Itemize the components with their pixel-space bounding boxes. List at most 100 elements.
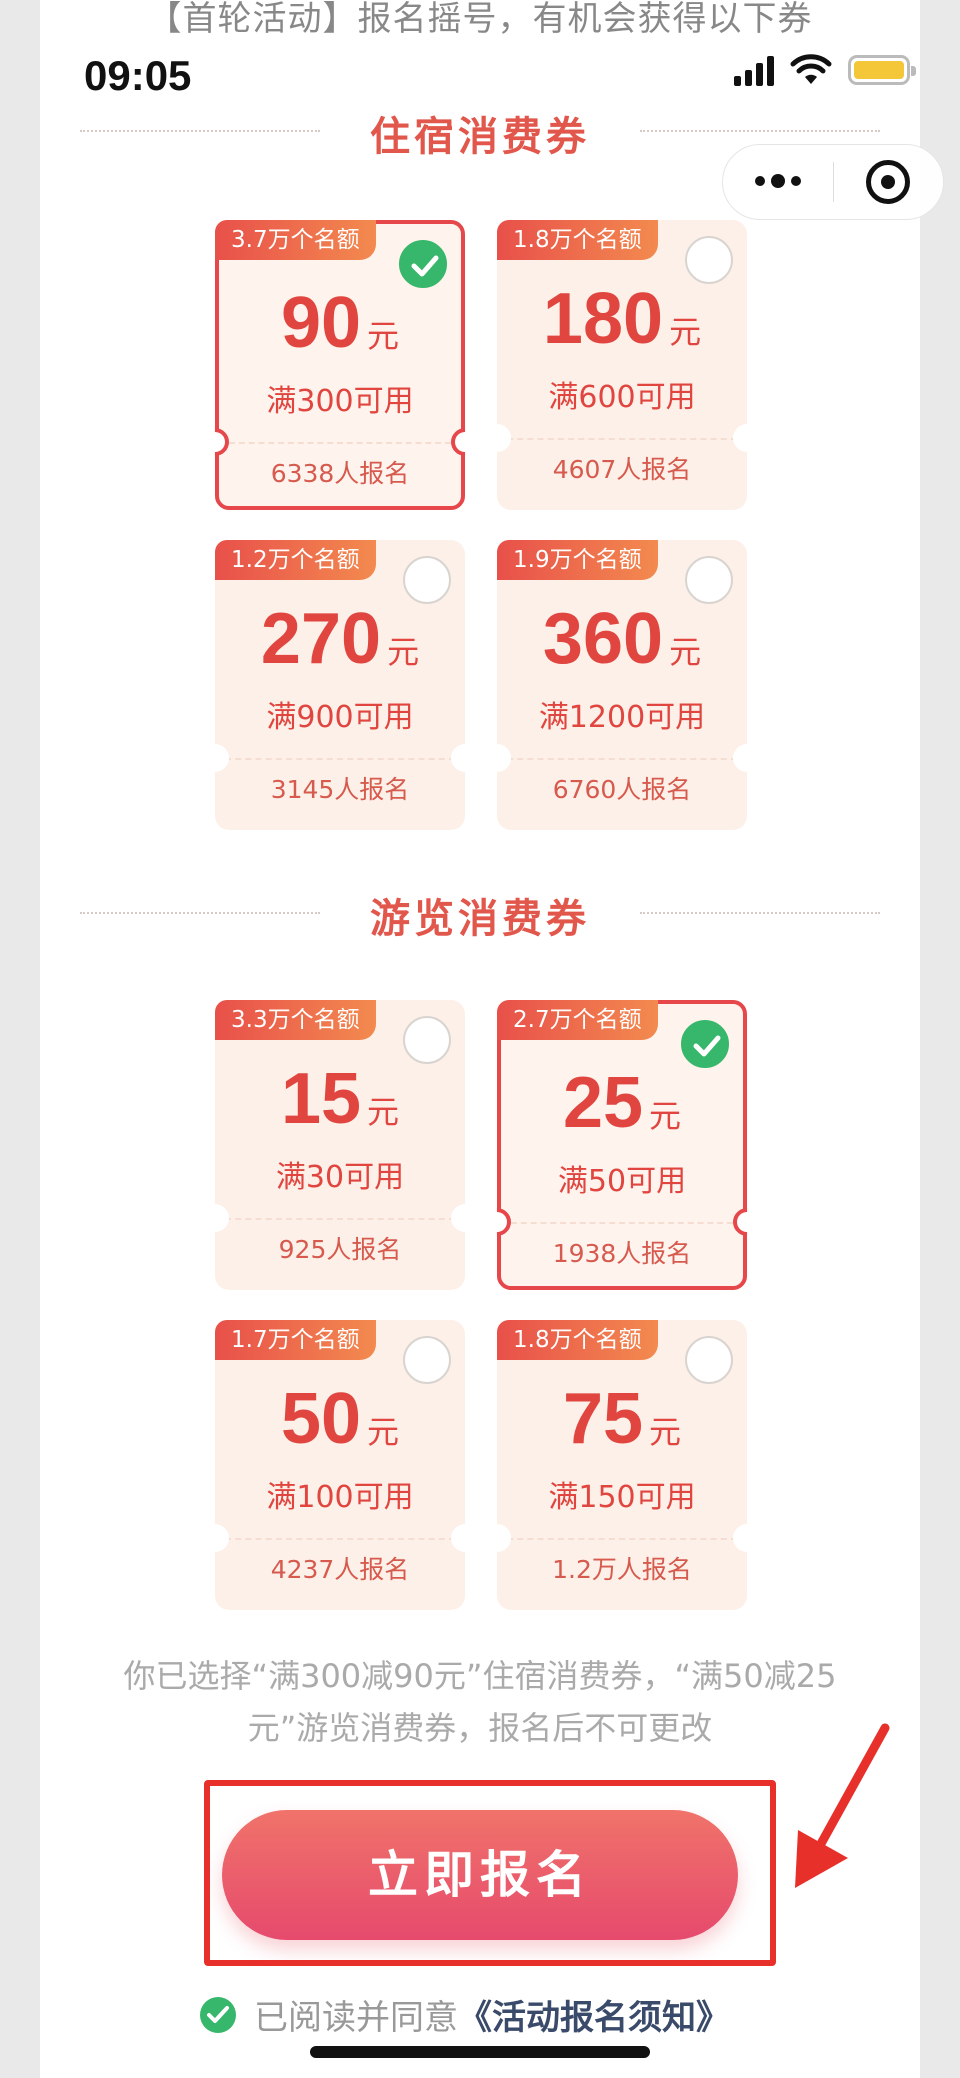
- coupon-amount-value: 50: [280, 1379, 362, 1459]
- coupon-amount: 180 元: [497, 278, 747, 360]
- agreement-link[interactable]: 《活动报名须知》: [458, 1990, 730, 2039]
- coupon-divider: [225, 1538, 455, 1540]
- coupon-divider: [229, 442, 451, 444]
- coupon-amount-value: 15: [280, 1059, 362, 1139]
- close-miniprogram-icon[interactable]: [834, 160, 944, 204]
- selection-summary-line2: 元”游览消费券，报名后不可更改: [247, 1709, 713, 1747]
- coupon-amount-value: 90: [280, 283, 362, 363]
- coupon-amount-value: 180: [542, 279, 664, 359]
- coupon-amount: 25 元: [501, 1062, 743, 1144]
- signal-icon: [734, 54, 774, 86]
- coupon-quota-badge: 1.2万个名额: [215, 540, 376, 580]
- battery-icon: [848, 55, 916, 85]
- more-icon[interactable]: [723, 174, 833, 188]
- selection-summary-line1: 你已选择“满300减90元”住宿消费券，“满50减25: [123, 1657, 837, 1695]
- status-time: 09:05: [84, 52, 192, 99]
- status-icons: [734, 54, 916, 86]
- coupon-notch: [451, 1204, 479, 1232]
- coupon-amount: 15 元: [215, 1058, 465, 1140]
- coupon-notch: [733, 744, 761, 772]
- coupon-signup-count: 1.2万人报名: [552, 1555, 692, 1584]
- coupon-amount-unit: 元: [367, 1093, 400, 1131]
- join-button[interactable]: 立即报名: [222, 1810, 738, 1940]
- coupon-quota-badge: 1.8万个名额: [497, 1320, 658, 1360]
- section-title-sightseeing: 游览消费券: [370, 896, 590, 942]
- coupon-quota-badge: 3.3万个名额: [215, 1000, 376, 1040]
- coupon-notch: [451, 744, 479, 772]
- wifi-icon: [790, 54, 832, 84]
- unselected-radio-icon[interactable]: [685, 556, 733, 604]
- coupon-notch: [483, 744, 511, 772]
- coupon-signup-count: 1938人报名: [552, 1239, 692, 1268]
- coupon-condition: 满150可用: [548, 1480, 696, 1515]
- coupon-card[interactable]: 1.8万个名额 75 元满150可用 1.2万人报名: [483, 1320, 761, 1610]
- coupon-amount: 90 元: [219, 282, 461, 364]
- unselected-radio-icon[interactable]: [685, 1336, 733, 1384]
- coupon-condition: 满1200可用: [538, 700, 706, 735]
- coupon-amount-unit: 元: [649, 1097, 682, 1135]
- agreement-text: 已阅读并同意: [254, 1998, 458, 2038]
- coupon-divider: [511, 1222, 733, 1224]
- coupon-quota-badge: 1.8万个名额: [497, 220, 658, 260]
- coupon-notch: [201, 1524, 229, 1552]
- coupon-card[interactable]: 1.9万个名额 360 元满1200可用 6760人报名: [483, 540, 761, 830]
- coupon-signup-count: 4237人报名: [270, 1555, 410, 1584]
- unselected-radio-icon[interactable]: [403, 556, 451, 604]
- coupon-signup-count: 925人报名: [278, 1235, 402, 1264]
- unselected-radio-icon[interactable]: [685, 236, 733, 284]
- coupon-amount-unit: 元: [387, 633, 420, 671]
- coupon-card[interactable]: 2.7万个名额 25 元满50可用 1938人报名: [477, 1000, 767, 1290]
- coupon-notch: [733, 1524, 761, 1552]
- coupon-divider: [225, 1218, 455, 1220]
- coupon-condition: 满50可用: [557, 1164, 687, 1199]
- coupon-signup-count: 3145人报名: [270, 775, 410, 804]
- coupon-amount-unit: 元: [367, 1413, 400, 1451]
- coupon-quota-badge: 3.7万个名额: [215, 220, 376, 260]
- coupon-divider: [225, 758, 455, 760]
- coupon-amount-unit: 元: [649, 1413, 682, 1451]
- coupon-condition: 满900可用: [266, 700, 414, 735]
- coupon-condition: 满300可用: [266, 384, 414, 419]
- coupon-card[interactable]: 3.7万个名额 90 元满300可用 6338人报名: [195, 220, 485, 510]
- agreement-checkbox-checked-icon[interactable]: [200, 1996, 236, 2033]
- coupon-signup-count: 6338人报名: [270, 459, 410, 488]
- coupon-divider: [507, 1538, 737, 1540]
- coupon-condition: 满100可用: [266, 1480, 414, 1515]
- selected-check-icon[interactable]: [399, 240, 447, 288]
- coupon-quota-badge: 1.7万个名额: [215, 1320, 376, 1360]
- coupon-notch: [483, 424, 511, 452]
- unselected-radio-icon[interactable]: [403, 1016, 451, 1064]
- coupon-condition: 满30可用: [275, 1160, 405, 1195]
- activity-banner: 【首轮活动】报名摇号，有机会获得以下券: [147, 0, 813, 38]
- coupon-notch: [733, 424, 761, 452]
- selection-summary: 你已选择“满300减90元”住宿消费券，“满50减25 元”游览消费券，报名后不…: [80, 1650, 880, 1754]
- coupon-card[interactable]: 3.3万个名额 15 元满30可用 925人报名: [201, 1000, 479, 1290]
- coupon-notch: [451, 1524, 479, 1552]
- coupon-amount-value: 25: [562, 1063, 644, 1143]
- coupon-notch: [201, 1204, 229, 1232]
- coupon-amount-unit: 元: [669, 633, 702, 671]
- coupon-amount-unit: 元: [367, 317, 400, 355]
- coupon-quota-badge: 2.7万个名额: [497, 1000, 658, 1040]
- coupon-condition: 满600可用: [548, 380, 696, 415]
- selected-check-icon[interactable]: [681, 1020, 729, 1068]
- coupon-amount-unit: 元: [669, 313, 702, 351]
- coupon-amount-value: 360: [542, 599, 664, 679]
- coupon-card[interactable]: 1.7万个名额 50 元满100可用 4237人报名: [201, 1320, 479, 1610]
- coupon-divider: [507, 758, 737, 760]
- coupon-card[interactable]: 1.8万个名额 180 元满600可用 4607人报名: [483, 220, 761, 510]
- coupon-card[interactable]: 1.2万个名额 270 元满900可用 3145人报名: [201, 540, 479, 830]
- coupon-amount: 270 元: [215, 598, 465, 680]
- coupon-amount: 50 元: [215, 1378, 465, 1460]
- coupon-signup-count: 6760人报名: [552, 775, 692, 804]
- home-indicator: [310, 2046, 650, 2058]
- coupon-amount-value: 270: [260, 599, 382, 679]
- annotation-arrow-icon: [795, 1723, 890, 1888]
- coupon-notch: [483, 1524, 511, 1552]
- section-title-lodging: 住宿消费券: [370, 114, 590, 160]
- unselected-radio-icon[interactable]: [403, 1336, 451, 1384]
- agreement-row[interactable]: 已阅读并同意 《活动报名须知》: [200, 1990, 730, 2039]
- coupon-quota-badge: 1.9万个名额: [497, 540, 658, 580]
- coupon-amount-value: 75: [562, 1379, 644, 1459]
- coupon-amount: 75 元: [497, 1378, 747, 1460]
